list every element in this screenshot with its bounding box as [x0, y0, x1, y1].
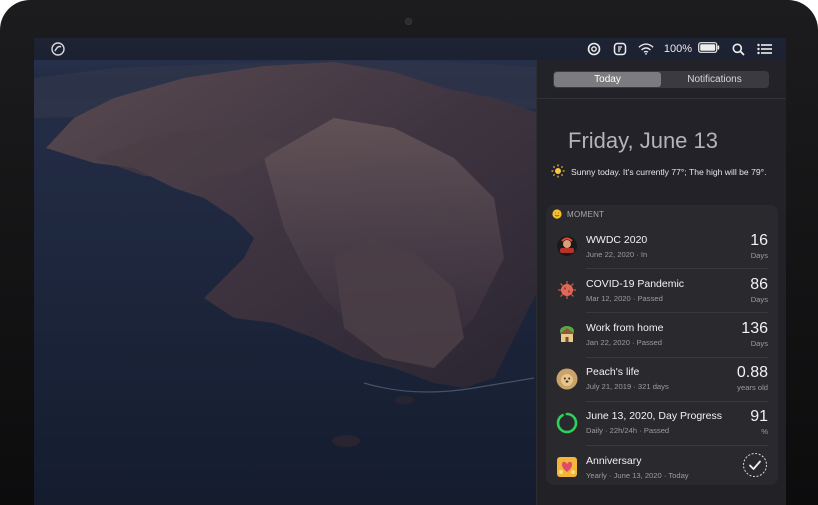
view-segmented-control: Today Notifications [553, 71, 769, 88]
pet-avatar-icon [556, 368, 578, 390]
moment-menu-icon[interactable] [612, 41, 628, 57]
battery-percent: 100% [663, 43, 692, 55]
item-value: 136 [741, 319, 768, 337]
item-unit: Days [750, 250, 768, 260]
battery-status[interactable]: 100% [664, 42, 720, 56]
moment-app-icon [552, 208, 562, 221]
notification-center-icon[interactable] [756, 41, 772, 57]
item-title: Peach's life [586, 366, 640, 379]
virus-icon [556, 279, 578, 301]
menu-bar: 100% [34, 38, 786, 60]
item-value: 16 [750, 231, 768, 249]
item-subtitle: Jan 22, 2020 · Passed [586, 337, 662, 347]
item-value: 0.88 [736, 364, 768, 382]
item-unit: years old [737, 383, 768, 393]
widget-title: MOMENT [567, 210, 605, 219]
item-subtitle: July 21, 2019 · 321 days [586, 382, 669, 392]
laptop-bezel: 100% Today Notifications Friday, June 13… [0, 0, 818, 505]
item-title: Work from home [586, 321, 664, 334]
date-heading: Friday, June 13 [568, 128, 719, 153]
item-unit: % [761, 427, 768, 437]
spotlight-search-icon[interactable] [730, 41, 746, 57]
anniversary-icon [556, 456, 578, 478]
battery-icon [698, 42, 720, 56]
house-icon [556, 323, 578, 345]
moment-item[interactable]: COVID-19 Pandemic Mar 12, 2020 · Passed … [546, 268, 778, 312]
item-subtitle: Yearly · June 13, 2020 · Today [586, 470, 689, 480]
wwdc-icon [556, 235, 578, 257]
moment-item[interactable]: Work from home Jan 22, 2020 · Passed 136… [546, 312, 778, 356]
lifebuoy-icon[interactable] [586, 41, 602, 57]
moment-item[interactable]: June 13, 2020, Day Progress Daily · 22h/… [546, 400, 778, 445]
item-title: Anniversary [586, 454, 642, 467]
moment-item[interactable]: Peach's life July 21, 2019 · 321 days 0.… [546, 356, 778, 401]
item-unit: Days [750, 294, 768, 304]
item-unit: Days [750, 338, 768, 348]
item-title: June 13, 2020, Day Progress [586, 410, 722, 423]
camera-icon [405, 18, 412, 25]
notification-center-panel: Today Notifications Friday, June 13 Sunn… [536, 60, 786, 505]
screen: 100% Today Notifications Friday, June 13… [34, 38, 786, 505]
item-title: WWDC 2020 [586, 233, 648, 246]
wifi-icon[interactable] [638, 41, 654, 57]
progress-ring-icon [556, 412, 578, 434]
app-logo-icon[interactable] [50, 41, 66, 57]
checkmark-circle-icon [742, 452, 768, 482]
item-value: 86 [750, 275, 768, 293]
weather-summary: Sunny today. It's currently 77°; The hig… [551, 164, 766, 180]
item-title: COVID-19 Pandemic [586, 277, 685, 290]
sun-icon [551, 164, 565, 180]
moment-item[interactable]: Anniversary Yearly · June 13, 2020 · Tod… [546, 444, 778, 485]
tab-today[interactable]: Today [554, 72, 661, 87]
tab-notifications[interactable]: Notifications [661, 72, 768, 87]
panel-divider [537, 98, 786, 99]
item-value: 91 [750, 408, 768, 426]
item-subtitle: Daily · 22h/24h · Passed [586, 426, 670, 436]
item-subtitle: Mar 12, 2020 · Passed [586, 293, 663, 303]
moment-widget: MOMENT WWDC 2020 June 22, 2020 · In 16 D… [546, 205, 778, 485]
moment-item[interactable]: WWDC 2020 June 22, 2020 · In 16 Days [546, 224, 778, 268]
widget-header: MOMENT [546, 205, 778, 224]
item-subtitle: June 22, 2020 · In [586, 249, 648, 259]
weather-text: Sunny today. It's currently 77°; The hig… [571, 167, 767, 177]
